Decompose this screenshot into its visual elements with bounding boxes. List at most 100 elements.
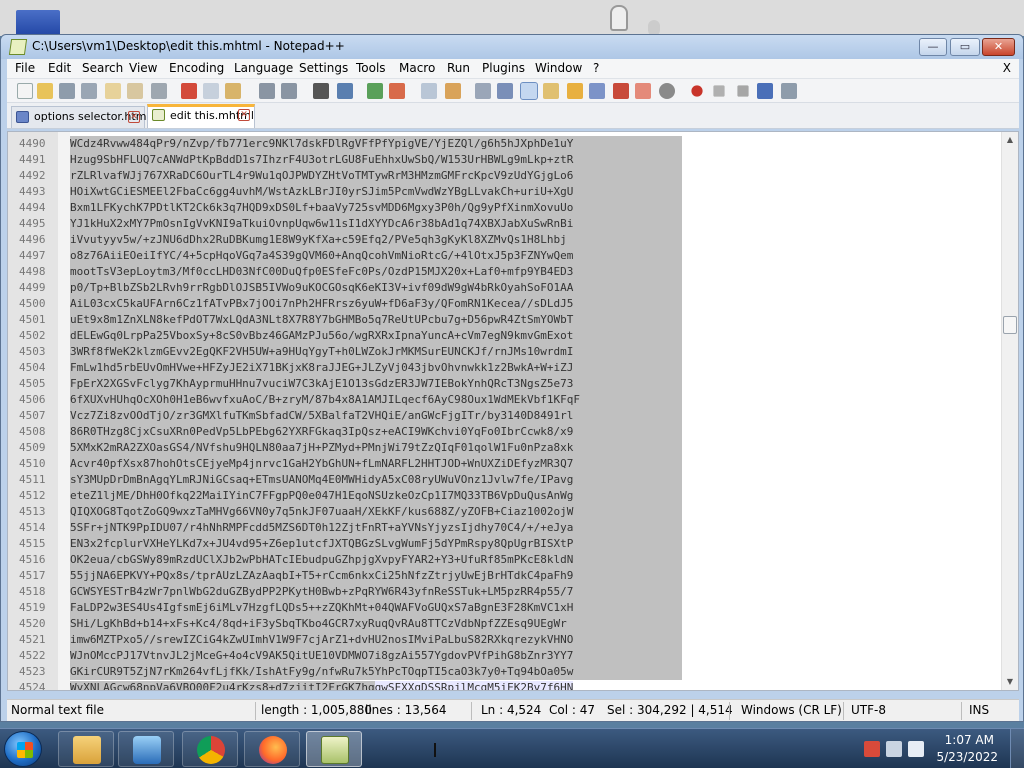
scroll-up-icon[interactable]: ▲ — [1002, 132, 1018, 148]
folder-workspace-icon[interactable] — [635, 83, 651, 99]
editor-line[interactable]: 4497 o8z76AiiEOeiIfYC/4+5cpHqoVGq7a4S39gQ… — [8, 248, 1003, 264]
menu-search[interactable]: Search — [82, 61, 123, 75]
title-bar[interactable]: C:\Users\vm1\Desktop\edit this.mhtml - N… — [1, 35, 1023, 59]
taskbar-media-player[interactable] — [118, 731, 174, 767]
editor-line[interactable]: 4491 Hzug9SbHFLUQ7cANWdPtKpBddD1s7IhzrF4U… — [8, 152, 1003, 168]
editor-line[interactable]: 4496 iVvutyyv5w/+zJNU6dDhx2RuDBKumg1E8W9y… — [8, 232, 1003, 248]
maximize-button[interactable]: ▭ — [950, 38, 980, 56]
user-define-icon[interactable] — [543, 83, 559, 99]
menu-tools[interactable]: Tools — [356, 61, 386, 75]
run-macro-multiple-icon[interactable] — [757, 83, 773, 99]
close-window-button[interactable]: ✕ — [982, 38, 1015, 56]
editor-line[interactable]: 4493 HOiXwtGCiESMEEl2FbaCc6gg4uvhM/WstAzk… — [8, 184, 1003, 200]
save-icon[interactable] — [59, 83, 75, 99]
taskbar-file-explorer[interactable] — [58, 731, 114, 767]
editor-line[interactable]: 4516 OK2eua/cbGSWy89mRzdUClXJb2wPbHATcIEb… — [8, 552, 1003, 568]
undo-icon[interactable] — [259, 83, 275, 99]
menu-file[interactable]: File — [15, 61, 35, 75]
editor-line[interactable]: 4514 5SFr+jNTK9PpIDU07/r4hNhRMPFcdd5MZS6D… — [8, 520, 1003, 536]
editor-line[interactable]: 4500 AiL03cxC5kaUFArn6Cz1fATvPBx7jOOi7nPh… — [8, 296, 1003, 312]
word-wrap-icon[interactable] — [475, 83, 491, 99]
clock-date[interactable]: 5/23/2022 — [936, 750, 998, 764]
menu-settings[interactable]: Settings — [299, 61, 348, 75]
editor-line[interactable]: 4499 p0/Tp+BlbZSb2LRvh9rrRgbDlOJSB5IVWo9u… — [8, 280, 1003, 296]
indent-guide-icon[interactable] — [520, 82, 538, 100]
editor-line[interactable]: 4521 imw6MZTPxo5//srewIZCiG4kZwUImhV1W9F7… — [8, 632, 1003, 648]
editor-line[interactable]: 4518 GCWSYESTrB4zWr7pnlWbG2duGZBydPP2PKyt… — [8, 584, 1003, 600]
editor-line[interactable]: 4515 EN3x2fcplurVXHeYLKd7x+JU4vd95+Z6ep1u… — [8, 536, 1003, 552]
action-center-icon[interactable] — [864, 741, 880, 757]
editor-line[interactable]: 4513 QIQXOG8TqotZoGQ9wxzTaMHVg66VN0y7q5nk… — [8, 504, 1003, 520]
show-desktop-button[interactable] — [1010, 729, 1024, 768]
close-icon[interactable] — [105, 83, 121, 99]
menu-help[interactable]: ? — [593, 61, 599, 75]
sync-horizontal-icon[interactable] — [445, 83, 461, 99]
find-icon[interactable] — [313, 83, 329, 99]
taskbar-firefox[interactable] — [244, 731, 300, 767]
volume-icon[interactable] — [908, 741, 924, 757]
editor-line[interactable]: 4503 3WRf8fWeK2klzmGEvv2EgQKF2VH5UW+a9HUq… — [8, 344, 1003, 360]
show-all-chars-icon[interactable] — [497, 83, 513, 99]
tab-close-icon[interactable]: ✕ — [128, 111, 140, 123]
menu-window[interactable]: Window — [535, 61, 582, 75]
editor-line[interactable]: 4522 WJnOMccPJ17VtnvJL2jMceG+4o4cV9AK5Qit… — [8, 648, 1003, 664]
current-line[interactable]: 4524 WvXNLAGcw68npVa6VBO00F2u4rKzs8+d7zj… — [8, 680, 1003, 690]
editor-line[interactable]: 4495 YJ1kHuX2xMY7PmOsnIgVvKNI9aTkuiOvnpUq… — [8, 216, 1003, 232]
menu-encoding[interactable]: Encoding — [169, 61, 224, 75]
editor-line[interactable]: 4520 SHi/LgKhBd+b14+xFs+Kc4/8qd+iF3ySbqTK… — [8, 616, 1003, 632]
taskbar-notepad-plus-plus[interactable] — [306, 731, 362, 767]
scroll-thumb[interactable] — [1003, 316, 1017, 334]
menu-run[interactable]: Run — [447, 61, 470, 75]
open-file-icon[interactable] — [37, 83, 53, 99]
editor-line[interactable]: 4517 55jjNA6EPKVY+PQx8s/tprAUzLZAzAaqbI+T… — [8, 568, 1003, 584]
new-file-icon[interactable] — [17, 83, 33, 99]
record-macro-icon[interactable] — [691, 85, 703, 97]
editor-line[interactable]: 4490 WCdz4Rvww484qPr9/nZvp/fb771erc9NKl7d… — [8, 136, 1003, 152]
menu-macro[interactable]: Macro — [399, 61, 435, 75]
editor-line[interactable]: 4510 Acvr40pfXsx87hohOtsCEjyeMp4jnrvc1GaH… — [8, 456, 1003, 472]
editor-line[interactable]: 4506 6fXUXvHUhqOcXOh0H1eB6wvfxuAoC/B+zryM… — [8, 392, 1003, 408]
tab-options-selector[interactable]: options selector.html ✕ — [11, 106, 150, 128]
save-all-icon[interactable] — [81, 83, 97, 99]
editor-line[interactable]: 4512 eteZ1ljME/DhH0Ofkq22MaiIYinC7FFgpPQ0… — [8, 488, 1003, 504]
vertical-scrollbar[interactable]: ▲ ▼ — [1001, 132, 1018, 690]
notepad-app-icon[interactable] — [8, 39, 28, 55]
editor-line[interactable]: 4519 FaLDP2w3ES4Us4IgfsmEj6iMLv7HzgfLQDs5… — [8, 600, 1003, 616]
editor-line[interactable]: 4511 sY3MUpDrDmBnAgqYLmRJNiGCsaq+ETmsUANO… — [8, 472, 1003, 488]
network-icon[interactable] — [886, 741, 902, 757]
monitoring-icon[interactable] — [659, 83, 675, 99]
close-all-icon[interactable] — [127, 83, 143, 99]
doc-list-icon[interactable] — [589, 83, 605, 99]
desktop-shortcut-icon[interactable] — [16, 10, 60, 36]
print-icon[interactable] — [151, 83, 167, 99]
save-macro-icon[interactable] — [781, 83, 797, 99]
cut-icon[interactable] — [181, 83, 197, 99]
menu-view[interactable]: View — [129, 61, 157, 75]
replace-icon[interactable] — [337, 83, 353, 99]
text-editor[interactable]: 4490 WCdz4Rvww484qPr9/nZvp/fb771erc9NKl7d… — [7, 131, 1019, 691]
taskbar-chrome[interactable] — [182, 731, 238, 767]
editor-line[interactable]: 4509 5XMxK2mRA2ZXOasGS4/NVfshu9HQLN80aa7j… — [8, 440, 1003, 456]
editor-line[interactable]: 4508 86R0THzg8CjxCsuXRn0PedVp5LbPEbg62YXR… — [8, 424, 1003, 440]
editor-line[interactable]: 4498 mootTsV3epLoytm3/Mf0ccLHD03NfC00DuQf… — [8, 264, 1003, 280]
editor-line[interactable]: 4502 dELEwGq0LrpPa25VboxSy+8cS0vBbz46GAMz… — [8, 328, 1003, 344]
stop-macro-icon[interactable] — [713, 85, 725, 97]
editor-line[interactable]: 4504 FmLw1hd5rbEUvOmHVwe+HFZyJE2iX71BKjxK… — [8, 360, 1003, 376]
menu-edit[interactable]: Edit — [48, 61, 71, 75]
redo-icon[interactable] — [281, 83, 297, 99]
close-document-button[interactable]: X — [1003, 61, 1011, 75]
scroll-down-icon[interactable]: ▼ — [1002, 674, 1018, 690]
play-macro-icon[interactable] — [737, 85, 749, 97]
menu-plugins[interactable]: Plugins — [482, 61, 525, 75]
editor-line[interactable]: 4523 GKirCUR9T5ZjN7rKm264vfLjfKk/IshAtFy9… — [8, 664, 1003, 680]
editor-line[interactable]: 4505 FpErX2XGSvFclyg7KhAyprmuHHnu7vuciW7C… — [8, 376, 1003, 392]
paste-icon[interactable] — [225, 83, 241, 99]
zoom-in-icon[interactable] — [367, 83, 383, 99]
start-button[interactable] — [4, 731, 42, 767]
sync-vertical-icon[interactable] — [421, 83, 437, 99]
editor-line[interactable]: 4494 Bxm1LFKychK7PDtlKT2Ck6k3q7HQD9xDS0Lf… — [8, 200, 1003, 216]
editor-line[interactable]: 4501 uEt9x8m1ZnXLN8kefPdOT7WxLQdA3NLt8X7R… — [8, 312, 1003, 328]
menu-language[interactable]: Language — [234, 61, 293, 75]
copy-icon[interactable] — [203, 83, 219, 99]
tab-edit-this[interactable]: edit this.mhtml ✕ — [147, 104, 255, 128]
